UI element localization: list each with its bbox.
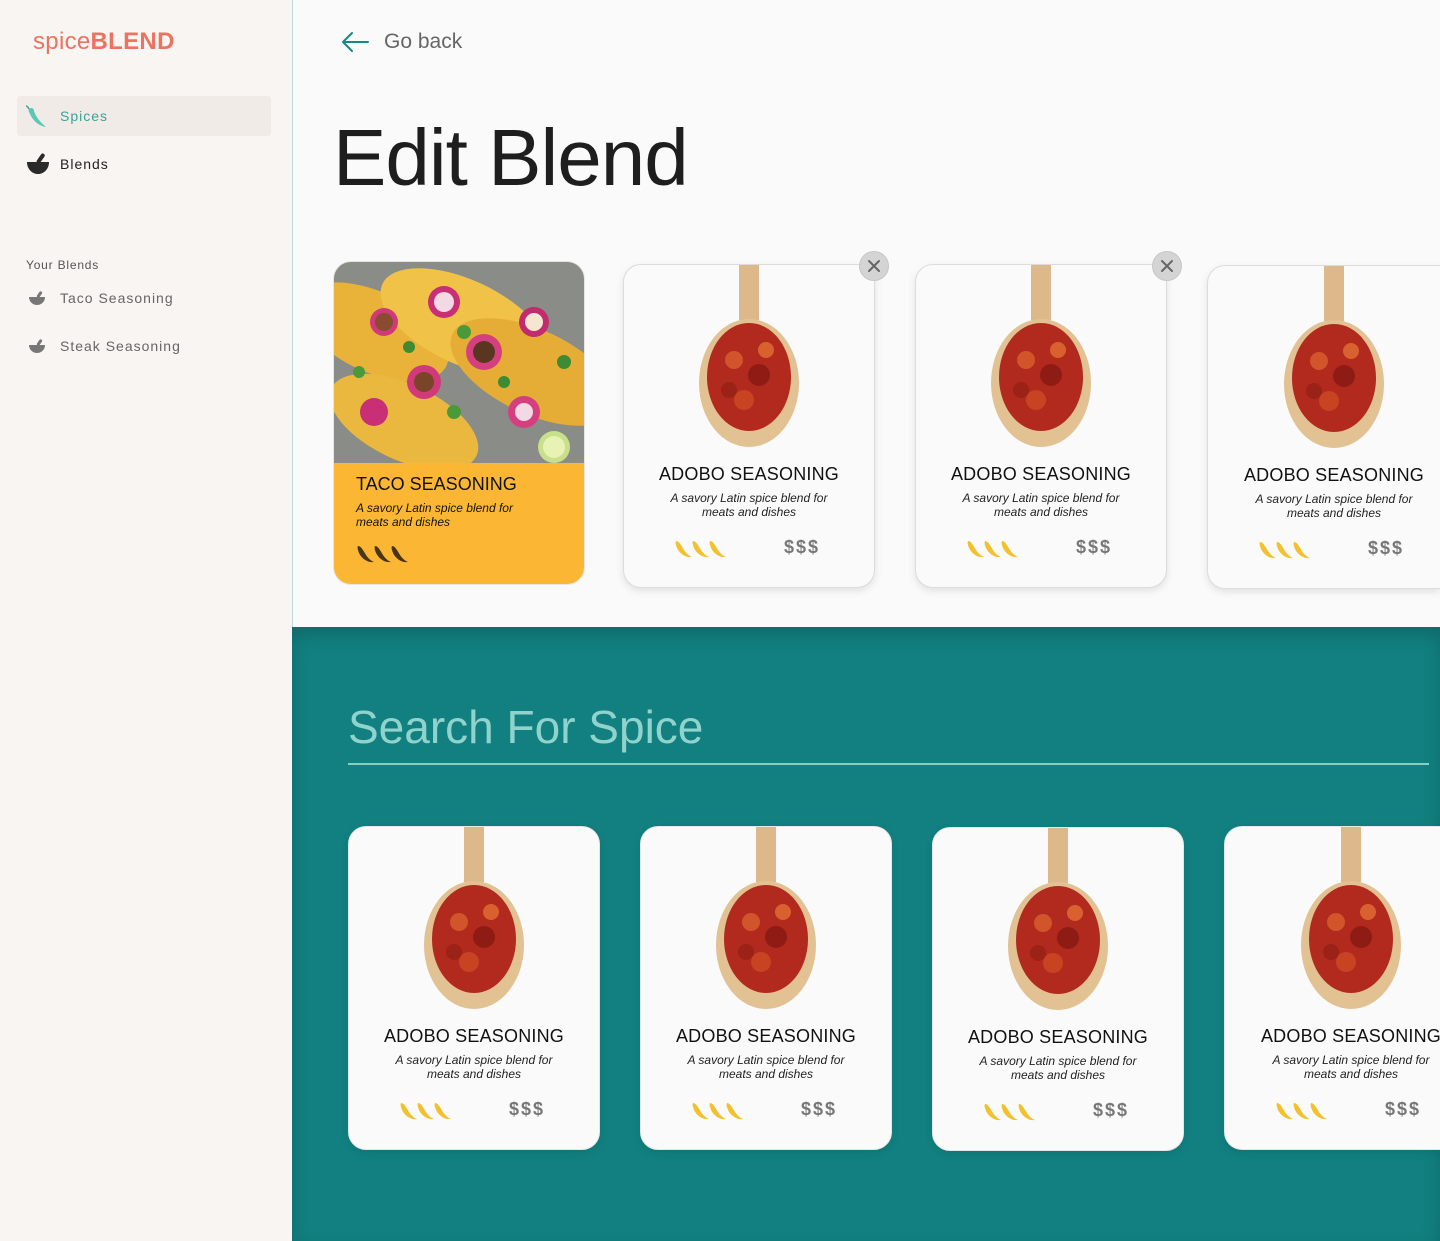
your-blends-heading: Your Blends <box>26 258 100 272</box>
spice-name: ADOBO SEASONING <box>1243 465 1425 485</box>
close-icon <box>868 260 880 272</box>
pepper-rating-icon <box>400 1103 451 1120</box>
nav-item-blends[interactable]: Blends <box>17 144 271 184</box>
pepper-rating-icon <box>692 1103 743 1120</box>
heat-rating <box>674 537 728 559</box>
logo-light-text: spice <box>33 28 91 55</box>
spice-spoon-image <box>933 828 1183 1018</box>
spice-spoon-image <box>916 265 1166 455</box>
nav-item-spices[interactable]: Spices <box>17 96 271 136</box>
close-icon <box>1161 260 1173 272</box>
mortar-bowl-icon <box>28 290 46 306</box>
spice-name: ADOBO SEASONING <box>1260 1026 1440 1046</box>
price-level: $$$ <box>1385 1099 1422 1119</box>
blend-spice-card[interactable]: ADOBO SEASONING A savory Latin spice ble… <box>1207 265 1440 589</box>
spice-name: ADOBO SEASONING <box>950 464 1132 484</box>
nav-item-label: Blends <box>60 156 109 172</box>
spice-description: A savory Latin spice blend for meats and… <box>962 491 1120 519</box>
heat-rating <box>966 537 1020 559</box>
app-logo[interactable]: spiceBLEND <box>33 28 175 56</box>
price-level: $$$ <box>801 1099 838 1119</box>
arrow-left-icon <box>342 32 369 52</box>
spice-description: A savory Latin spice blend for meats and… <box>395 1053 553 1081</box>
sidebar: spiceBLEND Spices Blends Your Blends Tac… <box>0 0 293 1241</box>
search-panel: ADOBO SEASONING A savory Latin spice ble… <box>292 627 1440 1241</box>
spice-spoon-image <box>641 827 891 1017</box>
sidebar-blend-steak-seasoning[interactable]: Steak Seasoning <box>28 338 181 354</box>
heat-rating <box>983 1100 1037 1122</box>
spice-name: ADOBO SEASONING <box>383 1026 565 1046</box>
spice-description: A savory Latin spice blend for meats and… <box>687 1053 845 1081</box>
spice-name: ADOBO SEASONING <box>675 1026 857 1046</box>
page-title: Edit Blend <box>333 113 689 202</box>
taco-photo <box>334 262 584 471</box>
remove-spice-button[interactable] <box>1152 251 1182 281</box>
featured-blend-name: TACO SEASONING <box>356 474 517 494</box>
sidebar-blend-label: Taco Seasoning <box>60 290 174 306</box>
nav-item-label: Spices <box>60 108 109 124</box>
search-result-card[interactable]: ADOBO SEASONING A savory Latin spice ble… <box>348 826 600 1150</box>
heat-rating <box>1275 1099 1329 1121</box>
blend-spice-card[interactable]: ADOBO SEASONING A savory Latin spice ble… <box>915 264 1167 588</box>
mortar-bowl-icon <box>28 338 46 354</box>
spice-description: A savory Latin spice blend for meats and… <box>670 491 828 519</box>
sidebar-blend-label: Steak Seasoning <box>60 338 181 354</box>
heat-rating <box>399 1099 453 1121</box>
pepper-rating-icon <box>967 541 1018 558</box>
price-level: $$$ <box>1076 537 1113 557</box>
spice-spoon-image <box>1225 827 1440 1017</box>
sidebar-blend-taco-seasoning[interactable]: Taco Seasoning <box>28 290 174 306</box>
heat-rating <box>691 1099 745 1121</box>
price-level: $$$ <box>1093 1100 1130 1120</box>
search-result-card[interactable]: ADOBO SEASONING A savory Latin spice ble… <box>932 827 1184 1151</box>
pepper-rating-icon <box>675 541 726 558</box>
pepper-rating-icon <box>357 546 408 563</box>
featured-blend-card[interactable]: TACO SEASONING A savory Latin spice blen… <box>333 261 585 585</box>
spice-spoon-image <box>349 827 599 1017</box>
heat-rating <box>356 542 410 564</box>
logo-bold-text: BLEND <box>90 28 175 55</box>
featured-blend-description: A savory Latin spice blend for meats and… <box>356 501 513 529</box>
search-input[interactable] <box>348 691 1429 765</box>
spice-name: ADOBO SEASONING <box>967 1027 1149 1047</box>
remove-spice-button[interactable] <box>859 251 889 281</box>
spice-name: ADOBO SEASONING <box>658 464 840 484</box>
pepper-rating-icon <box>984 1104 1035 1121</box>
blend-spice-card[interactable]: ADOBO SEASONING A savory Latin spice ble… <box>623 264 875 588</box>
go-back-button[interactable]: Go back <box>340 30 462 54</box>
spice-description: A savory Latin spice blend for meats and… <box>1272 1053 1430 1081</box>
spice-spoon-image <box>624 265 874 455</box>
spice-description: A savory Latin spice blend for meats and… <box>979 1054 1137 1082</box>
price-level: $$$ <box>784 537 821 557</box>
pepper-icon <box>25 103 51 129</box>
price-level: $$$ <box>1368 538 1405 558</box>
spice-description: A savory Latin spice blend for meats and… <box>1255 492 1413 520</box>
search-result-card[interactable]: ADOBO SEASONING A savory Latin spice ble… <box>640 826 892 1150</box>
pepper-rating-icon <box>1276 1103 1327 1120</box>
price-level: $$$ <box>509 1099 546 1119</box>
mortar-bowl-icon <box>25 151 51 177</box>
spice-spoon-image <box>1208 266 1440 456</box>
pepper-rating-icon <box>1259 542 1310 559</box>
go-back-label: Go back <box>384 30 463 53</box>
search-result-card[interactable]: ADOBO SEASONING A savory Latin spice ble… <box>1224 826 1440 1150</box>
heat-rating <box>1258 538 1312 560</box>
